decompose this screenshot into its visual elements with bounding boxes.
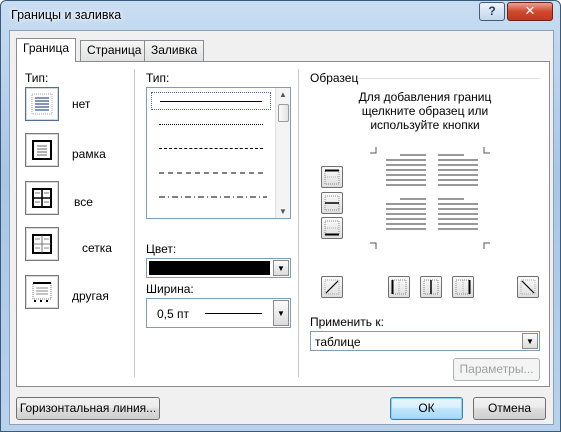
diagonal-up-icon [324, 279, 340, 295]
chevron-down-icon[interactable]: ▼ [273, 300, 289, 326]
setting-grid-icon [32, 234, 52, 254]
scroll-thumb[interactable] [278, 104, 289, 122]
options-button[interactable]: Параметры... [453, 358, 540, 381]
style-option-solid[interactable] [151, 92, 271, 110]
setting-box-icon [32, 140, 52, 160]
border-left-icon [391, 279, 407, 295]
setting-all-label: все [74, 195, 93, 209]
cancel-button-label: Отмена [487, 401, 532, 415]
border-right-icon [455, 279, 471, 295]
setting-label: Тип: [25, 71, 49, 85]
border-preview-diagram[interactable] [370, 147, 490, 249]
setting-custom-label: другая [72, 289, 109, 303]
diagonal-up-button[interactable] [321, 276, 343, 298]
border-top-button[interactable] [321, 166, 343, 188]
border-bottom-icon [324, 220, 340, 236]
setting-none-label: нет [72, 97, 91, 111]
width-value: 0,5 пт [157, 307, 190, 321]
diagonal-down-icon [520, 279, 536, 295]
chevron-down-icon[interactable]: ▼ [273, 260, 289, 276]
ok-button-label: ОК [418, 401, 435, 415]
apply-to-value: таблице [315, 335, 361, 349]
tab-label: Страница [87, 43, 142, 57]
preview-hint-3: используйте кнопки [370, 118, 480, 132]
line-sample [159, 148, 263, 149]
tab-label: Граница [23, 41, 70, 55]
diagonal-down-button[interactable] [517, 276, 539, 298]
width-label: Ширина: [146, 282, 194, 296]
line-sample [160, 101, 262, 102]
options-button-label: Параметры... [459, 362, 534, 376]
window-title: Границы и заливка [11, 8, 122, 22]
ok-button[interactable]: ОК [390, 397, 463, 420]
close-button[interactable]: ✕ [507, 2, 553, 21]
preview-hint-1: Для добавления границ [358, 90, 492, 104]
chevron-down-icon[interactable]: ▼ [522, 333, 538, 349]
title-bar: Границы и заливка ? ✕ [1, 1, 560, 29]
tab-border[interactable]: Граница [16, 38, 77, 62]
line-sample [159, 124, 263, 125]
cancel-button[interactable]: Отмена [473, 397, 546, 420]
tab-shading[interactable]: Заливка [144, 40, 205, 61]
close-icon: ✕ [524, 3, 536, 18]
color-label: Цвет: [146, 242, 177, 256]
border-inside-horizontal-button[interactable] [321, 192, 343, 214]
scroll-down-icon[interactable]: ▼ [279, 207, 287, 216]
horizontal-line-button[interactable]: Горизонтальная линия... [16, 397, 160, 420]
help-icon: ? [488, 4, 496, 18]
setting-none-button[interactable] [25, 87, 59, 121]
border-inside-vertical-button[interactable] [420, 276, 442, 298]
border-left-button[interactable] [388, 276, 410, 298]
style-option-dashed-small[interactable] [151, 140, 271, 158]
preview-hint-2: щелкните образец или [361, 104, 489, 118]
color-swatch [149, 261, 270, 275]
setting-all-button[interactable] [25, 181, 59, 215]
style-option-dotted[interactable] [151, 116, 271, 134]
setting-grid-label: сетка [82, 241, 112, 255]
dialog-client: Граница Страница Заливка Тип: нет рамка [9, 30, 554, 425]
style-option-dash-dot[interactable] [151, 188, 271, 206]
setting-box-label: рамка [72, 147, 106, 161]
column-divider [134, 69, 135, 377]
tab-page[interactable]: Страница [80, 40, 149, 61]
tab-label: Заливка [151, 43, 198, 57]
column-divider [298, 69, 299, 377]
color-dropdown[interactable]: ▼ [146, 258, 291, 278]
setting-custom-icon [32, 282, 52, 302]
setting-grid-button[interactable] [25, 227, 59, 261]
style-option-dashed[interactable] [151, 164, 271, 182]
style-scrollbar[interactable]: ▲ ▼ [275, 88, 290, 218]
help-button[interactable]: ? [479, 2, 505, 21]
border-inside-vertical-icon [423, 279, 439, 295]
setting-all-icon [32, 188, 52, 208]
border-bottom-button[interactable] [321, 217, 343, 239]
dialog-window: Границы и заливка ? ✕ Граница Страница З… [0, 0, 561, 432]
setting-none-icon [31, 93, 53, 115]
setting-box-button[interactable] [25, 133, 59, 167]
apply-to-dropdown[interactable]: таблице ▼ [310, 331, 540, 351]
line-style-list[interactable]: ▲ ▼ [146, 87, 291, 219]
scroll-up-icon[interactable]: ▲ [279, 90, 287, 99]
horizontal-line-button-label: Горизонтальная линия... [19, 401, 157, 415]
preview-group-line [358, 78, 540, 79]
style-label: Тип: [146, 71, 170, 85]
preview-label: Образец [310, 71, 359, 85]
width-sample-line [205, 313, 262, 314]
border-inside-horizontal-icon [324, 195, 340, 211]
setting-custom-button[interactable] [25, 275, 59, 309]
border-right-button[interactable] [452, 276, 474, 298]
width-dropdown[interactable]: 0,5 пт ▼ [146, 298, 291, 328]
border-top-icon [324, 169, 340, 185]
apply-to-label: Применить к: [310, 315, 384, 329]
